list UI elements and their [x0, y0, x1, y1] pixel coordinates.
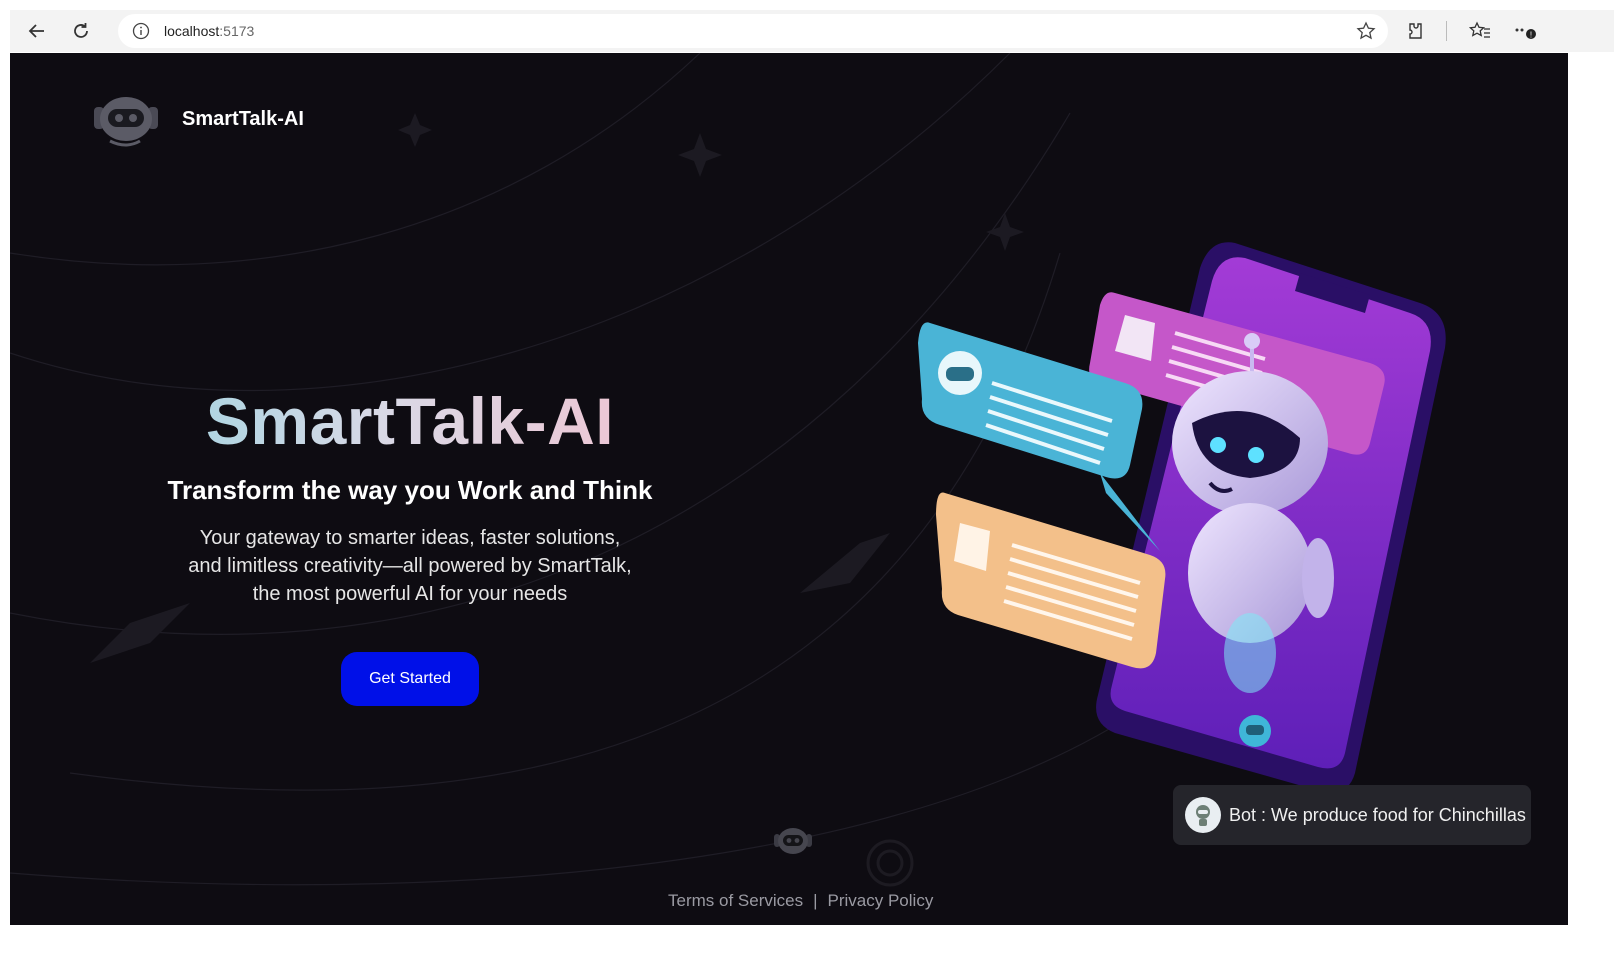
brand[interactable]: SmartTalk-AI: [90, 89, 304, 149]
chatbot-phone-illustration: [918, 242, 1446, 793]
svg-text:!: !: [1530, 31, 1532, 40]
more-icon[interactable]: !: [1513, 21, 1539, 41]
terms-link[interactable]: Terms of Services: [668, 891, 803, 911]
bot-avatar: [1185, 797, 1221, 833]
reload-button[interactable]: [64, 14, 98, 48]
reload-icon: [74, 23, 88, 38]
hero-section: SmartTalk-AI Transform the way you Work …: [130, 383, 690, 706]
url-host: localhost: [164, 23, 220, 39]
robot-logo-icon: [774, 828, 812, 854]
favorites-icon[interactable]: [1469, 21, 1491, 41]
footer-logo: [772, 823, 814, 864]
bot-message-text: Bot : We produce food for Chinchillas: [1229, 804, 1526, 825]
robot-avatar-icon: [1196, 805, 1210, 826]
extensions-icon[interactable]: [1404, 21, 1424, 41]
hero-subtitle: Transform the way you Work and Think: [167, 475, 653, 505]
landing-page: SmartTalk-AI SmartTalk-AI Transform the …: [10, 53, 1568, 925]
browser-toolbar: localhost:5173 !: [10, 10, 1614, 52]
address-bar[interactable]: localhost:5173: [118, 14, 1388, 48]
get-started-button[interactable]: Get Started: [341, 652, 479, 706]
privacy-link[interactable]: Privacy Policy: [828, 891, 934, 911]
url-port: :5173: [219, 23, 255, 39]
footer-links: Terms of Services | Privacy Policy: [668, 891, 933, 911]
hero-description-line: Your gateway to smarter ideas, faster so…: [199, 527, 621, 549]
hero-description: Your gateway to smarter ideas, faster so…: [170, 524, 650, 608]
star-icon[interactable]: [1356, 21, 1376, 41]
bot-message-toast: Bot : We produce food for Chinchillas: [1173, 785, 1531, 845]
back-icon: [28, 24, 44, 38]
info-icon[interactable]: [132, 22, 150, 40]
footer-separator: |: [813, 891, 818, 910]
back-button[interactable]: [20, 14, 54, 48]
hero-description-line: the most powerful AI for your needs: [252, 583, 568, 605]
toolbar-separator: [1446, 21, 1447, 41]
robot-logo-icon: [94, 97, 158, 147]
hero-description-line: and limitless creativity—all powered by …: [188, 555, 632, 577]
brand-name: SmartTalk-AI: [182, 107, 304, 130]
hero-title: SmartTalk-AI: [130, 383, 690, 459]
